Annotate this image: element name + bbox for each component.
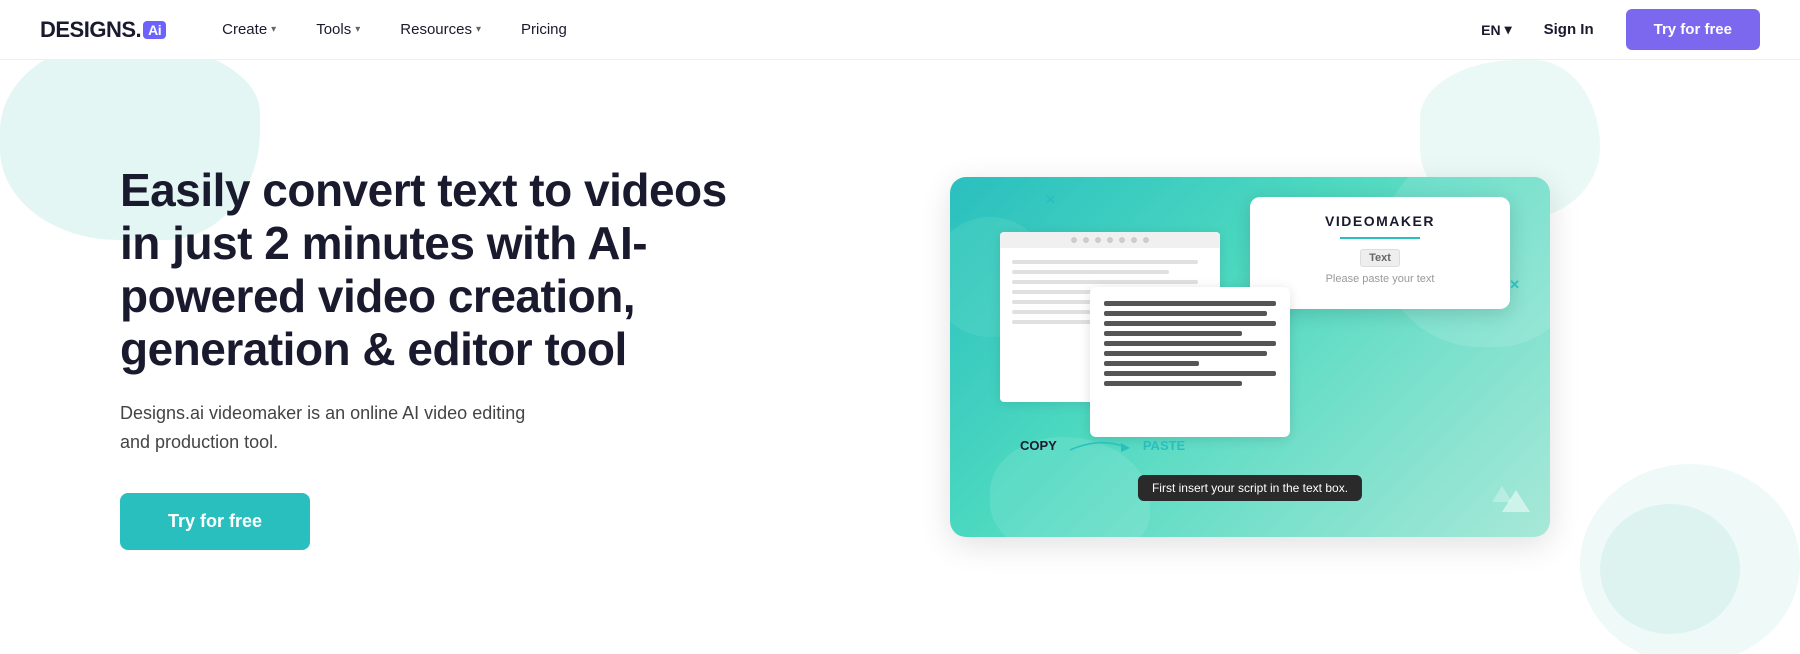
vm-title: VIDEOMAKER (1266, 213, 1494, 229)
paste-line (1104, 341, 1276, 346)
paste-line (1104, 331, 1242, 336)
vm-paste-label: Please paste your text (1266, 273, 1494, 285)
vm-underline (1340, 237, 1420, 239)
hero-left-content: Easily convert text to videos in just 2 … (120, 164, 740, 550)
try-free-button-hero[interactable]: Try for free (120, 493, 310, 550)
paste-line (1104, 381, 1242, 386)
hero-description: Designs.ai videomaker is an online AI vi… (120, 399, 560, 457)
logo-ai-badge: Ai (143, 21, 166, 39)
notebook-hole (1107, 237, 1113, 243)
tooltip-bar: First insert your script in the text box… (1138, 475, 1362, 501)
notebook-hole (1143, 237, 1149, 243)
chevron-down-icon: ▾ (476, 24, 481, 35)
paste-line (1104, 311, 1267, 316)
logo-text: DESIGNS. (40, 17, 141, 43)
nav-item-create[interactable]: Create ▾ (206, 13, 292, 46)
copy-label: COPY (1020, 438, 1057, 453)
paste-line (1104, 301, 1276, 306)
sign-in-link[interactable]: Sign In (1528, 13, 1610, 46)
navbar: DESIGNS.Ai Create ▾ Tools ▾ Resources ▾ … (0, 0, 1800, 60)
nav-item-pricing[interactable]: Pricing (505, 13, 583, 46)
chevron-down-icon: ▾ (1505, 21, 1512, 38)
language-selector[interactable]: EN ▾ (1481, 21, 1511, 38)
paste-line (1104, 321, 1276, 326)
try-free-button-nav[interactable]: Try for free (1626, 9, 1760, 50)
video-illustration: ✕ VIDEOMAKER Text Please paste your text… (950, 177, 1550, 537)
vm-tab-text[interactable]: Text (1360, 249, 1400, 267)
paste-line (1104, 351, 1267, 356)
notebook-line (1012, 280, 1198, 284)
logo[interactable]: DESIGNS.Ai (40, 17, 166, 43)
chevron-down-icon: ▾ (355, 24, 360, 35)
close-icon[interactable]: ✕ (1045, 192, 1056, 208)
triangle-decoration-2 (1492, 486, 1512, 502)
close-icon[interactable]: ✕ (1509, 277, 1520, 293)
nav-item-resources[interactable]: Resources ▾ (384, 13, 497, 46)
hero-section: Easily convert text to videos in just 2 … (0, 60, 1800, 654)
notebook-holes (1071, 237, 1149, 243)
notebook-top (1000, 232, 1220, 248)
notebook-line (1012, 260, 1198, 264)
notebook-hole (1071, 237, 1077, 243)
notebook-line (1012, 270, 1169, 274)
vm-tabs: Text (1266, 249, 1494, 267)
arrow-icon (1065, 435, 1135, 455)
paste-label: PASTE (1143, 438, 1185, 453)
hero-title: Easily convert text to videos in just 2 … (120, 164, 740, 376)
paste-line (1104, 361, 1199, 366)
nav-item-tools[interactable]: Tools ▾ (300, 13, 376, 46)
notebook-hole (1095, 237, 1101, 243)
nav-links: Create ▾ Tools ▾ Resources ▾ Pricing (206, 13, 1481, 46)
notebook-hole (1083, 237, 1089, 243)
notebook-hole (1131, 237, 1137, 243)
chevron-down-icon: ▾ (271, 24, 276, 35)
paste-line (1104, 371, 1276, 376)
paste-area (1090, 287, 1290, 437)
notebook-hole (1119, 237, 1125, 243)
hero-right-illustration: ✕ VIDEOMAKER Text Please paste your text… (780, 100, 1720, 614)
copy-paste-row: COPY PASTE (1020, 435, 1185, 455)
nav-right: EN ▾ Sign In Try for free (1481, 9, 1760, 50)
